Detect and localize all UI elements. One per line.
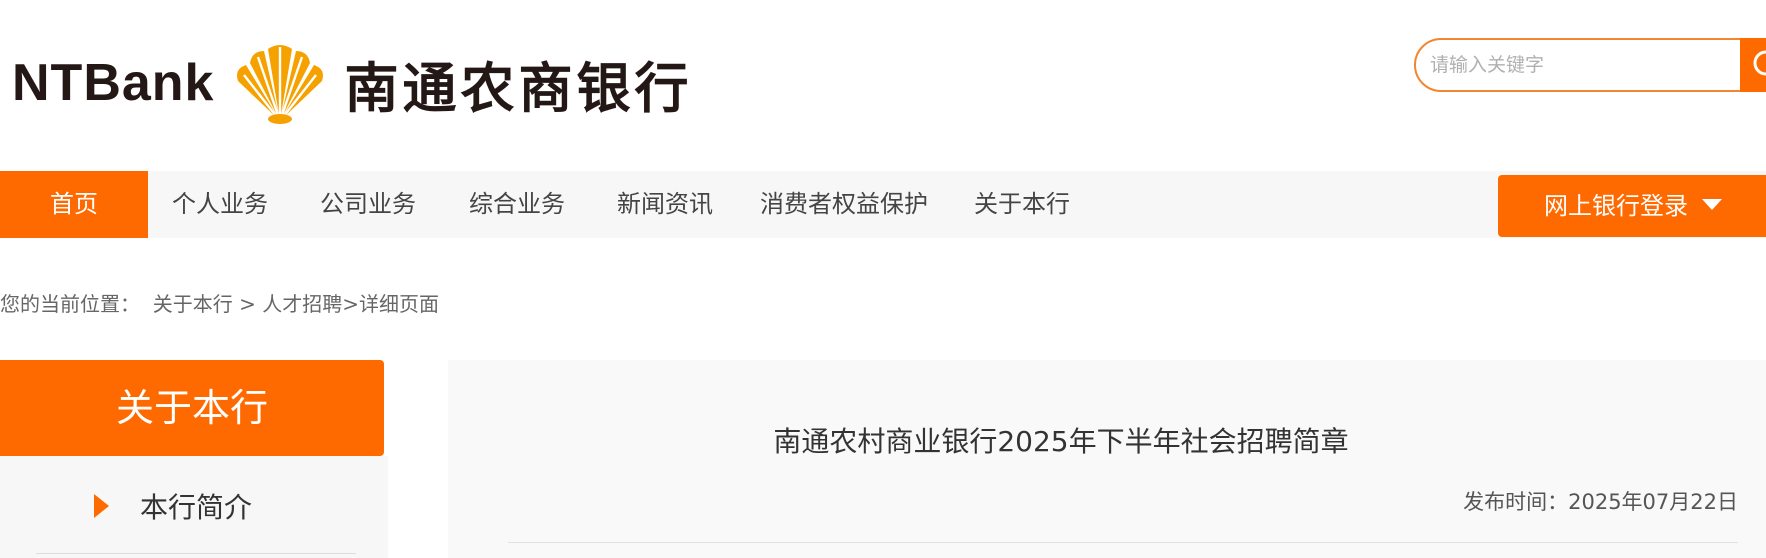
nav-item-corporate[interactable]: 公司业务 — [320, 171, 416, 238]
article-panel: 南通农村商业银行2025年下半年社会招聘简章 发布时间：2025年07月22日 — [448, 360, 1766, 558]
bank-logo[interactable]: NTBank 南通农商银行 — [12, 38, 692, 128]
logo-wordmark-latin: NTBank — [12, 54, 215, 112]
sidebar-divider — [36, 553, 356, 554]
nav-item-general[interactable]: 综合业务 — [469, 171, 565, 238]
logo-wordmark-cn: 南通农商银行 — [344, 56, 693, 120]
article-title: 南通农村商业银行2025年下半年社会招聘简章 — [773, 425, 1349, 458]
publish-date: 2025年07月22日 — [1568, 490, 1738, 514]
breadcrumb-separator: > — [239, 292, 256, 316]
breadcrumb-link-about[interactable]: 关于本行 — [153, 288, 233, 317]
publish-label: 发布时间： — [1463, 490, 1569, 514]
search-input[interactable] — [1414, 38, 1744, 92]
site-header: NTBank 南通农商银行 — [0, 0, 1766, 170]
online-banking-login-button[interactable]: 网上银行登录 — [1498, 175, 1766, 237]
sidebar-item-label: 本行简介 — [140, 491, 253, 524]
triangle-right-icon — [94, 494, 109, 518]
breadcrumb-link-recruitment[interactable]: 人才招聘 — [262, 288, 342, 317]
search-button[interactable] — [1740, 38, 1766, 92]
breadcrumb-separator: > — [342, 292, 359, 316]
sidebar-title: 关于本行 — [0, 360, 384, 456]
breadcrumb-current: 详细页面 — [358, 292, 439, 316]
article-divider — [508, 542, 1738, 543]
sidebar-item-bank-intro[interactable]: 本行简介 — [0, 456, 388, 554]
nav-item-about[interactable]: 关于本行 — [974, 171, 1070, 238]
search-icon — [1753, 50, 1766, 76]
breadcrumb: 您的当前位置： 关于本行 > 人才招聘>详细页面 — [0, 288, 439, 317]
caret-down-icon — [1702, 198, 1722, 210]
shell-logo-icon — [237, 45, 324, 124]
nav-item-news[interactable]: 新闻资讯 — [617, 171, 713, 238]
login-button-label: 网上银行登录 — [1544, 192, 1688, 220]
breadcrumb-prefix: 您的当前位置： — [0, 292, 140, 316]
nav-item-consumer-protection[interactable]: 消费者权益保护 — [760, 171, 928, 238]
nav-item-home[interactable]: 首页 — [0, 171, 148, 238]
nav-item-personal[interactable]: 个人业务 — [172, 171, 268, 238]
search-box — [1414, 38, 1766, 92]
article-publish-info: 发布时间：2025年07月22日 — [1463, 486, 1738, 516]
